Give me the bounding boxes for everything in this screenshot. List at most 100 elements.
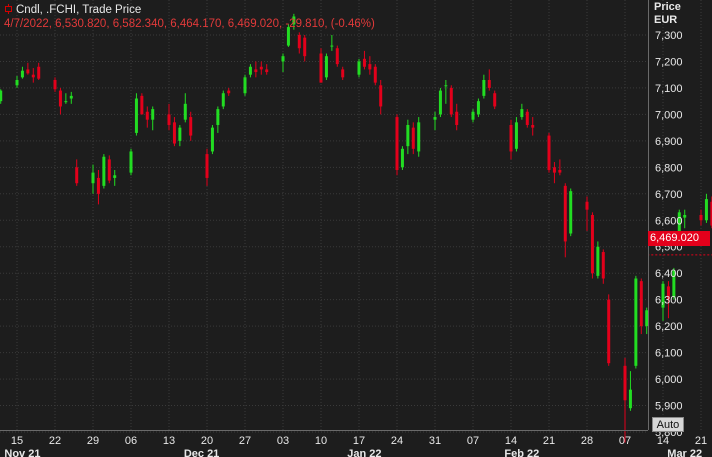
candle-down: [167, 103, 171, 131]
candle-down: [319, 48, 323, 83]
candle-down: [395, 114, 399, 176]
candle-up: [243, 74, 247, 96]
candle-body: [254, 69, 258, 73]
candle-body: [531, 124, 535, 128]
candle-body: [341, 69, 345, 78]
candle-body: [704, 199, 708, 221]
candle-up: [400, 146, 404, 170]
x-tick-label: 24: [391, 435, 403, 447]
candle-body: [368, 64, 372, 70]
candle-body: [0, 90, 3, 102]
month-label: Dec 21: [184, 448, 219, 457]
x-tick-label: 22: [49, 435, 61, 447]
candle-down: [265, 64, 269, 75]
candle-down: [623, 357, 627, 443]
candle-body: [607, 299, 611, 364]
candle-body: [37, 66, 41, 79]
candle-down: [145, 106, 149, 128]
candle-body: [585, 201, 589, 210]
candle-up: [683, 209, 687, 229]
candle-body: [639, 281, 643, 327]
candle-body: [400, 148, 404, 168]
candle-up: [330, 35, 334, 51]
y-tick-label: 6,300: [655, 295, 683, 307]
candle-down: [639, 278, 643, 335]
candle-down: [607, 294, 611, 366]
candle-down: [303, 35, 307, 62]
y-tick-label: 5,900: [655, 401, 683, 413]
candle-body: [210, 127, 214, 152]
candle-down: [379, 79, 383, 115]
candle-body: [406, 124, 410, 147]
candle-body: [216, 109, 220, 125]
x-tick-label: 14: [505, 435, 517, 447]
candle-down: [547, 132, 551, 173]
candle-down: [552, 162, 556, 184]
candle-down: [58, 87, 62, 115]
candle-body: [319, 53, 323, 83]
candle-down: [31, 68, 35, 83]
axes: 5,8005,9006,0006,1006,2006,3006,4006,500…: [0, 0, 707, 457]
candle-body: [69, 95, 73, 99]
candle-body: [227, 90, 231, 94]
candle-body: [379, 85, 383, 107]
candle-body: [75, 167, 79, 184]
candle-up: [69, 91, 73, 104]
candles: [0, 13, 712, 443]
candle-body: [64, 101, 68, 103]
candle-body: [520, 109, 524, 118]
y-tick-label: 6,200: [655, 321, 683, 333]
candle-down: [699, 209, 703, 226]
candle-up: [183, 93, 187, 123]
candle-up: [514, 117, 518, 152]
candle-down: [531, 117, 535, 136]
candle-up: [645, 307, 649, 335]
x-tick-label: 21: [695, 435, 707, 447]
price-axis-header: Price EUR: [654, 1, 681, 27]
x-tick-label: 14: [657, 435, 669, 447]
chart-window: 5,800 5,900 6,000 6,100 6,200 6,300 6,400 6,500…: [0, 0, 712, 457]
x-tick-label: 21: [543, 435, 555, 447]
y-tick-label: 6,700: [655, 189, 683, 201]
candle-body: [395, 117, 399, 170]
candle-body: [417, 122, 421, 152]
candle-down: [493, 90, 497, 110]
x-tick-label: 03: [277, 435, 289, 447]
candle-up: [221, 90, 225, 110]
auto-scale-button[interactable]: Auto: [652, 417, 684, 432]
candle-body: [552, 167, 556, 173]
candle-body: [471, 111, 475, 120]
candle-body: [628, 389, 632, 409]
x-tick-label: 06: [125, 435, 137, 447]
candle-down: [590, 212, 594, 279]
candle-up: [113, 169, 117, 186]
candle-body: [455, 111, 459, 125]
x-tick-label: 13: [163, 435, 175, 447]
candle-body: [145, 111, 149, 120]
candle-body: [558, 169, 562, 173]
candle-body: [324, 56, 328, 78]
candle-body: [248, 66, 252, 75]
candle-body: [411, 127, 415, 149]
candle-body: [53, 79, 57, 90]
candle-down: [96, 169, 100, 205]
candle-down: [525, 109, 529, 128]
candle-down: [585, 196, 589, 231]
x-tick-label: 10: [315, 435, 327, 447]
candle-body: [281, 56, 285, 62]
candle-body: [15, 79, 19, 86]
candle-down: [227, 87, 231, 96]
candle-down: [26, 62, 30, 75]
candle-up: [471, 109, 475, 123]
candle-down: [509, 119, 513, 160]
candle-up: [134, 93, 138, 136]
candlestick-chart[interactable]: 5,8005,9006,0006,1006,2006,3006,4006,500…: [0, 0, 712, 457]
candle-down: [487, 69, 491, 91]
month-label: Feb 22: [504, 448, 539, 457]
candle-body: [58, 90, 62, 107]
candle-up: [406, 119, 410, 155]
candle-up: [417, 117, 421, 157]
x-tick-label: 28: [581, 435, 593, 447]
candle-down: [373, 64, 377, 86]
x-tick-label: 20: [201, 435, 213, 447]
